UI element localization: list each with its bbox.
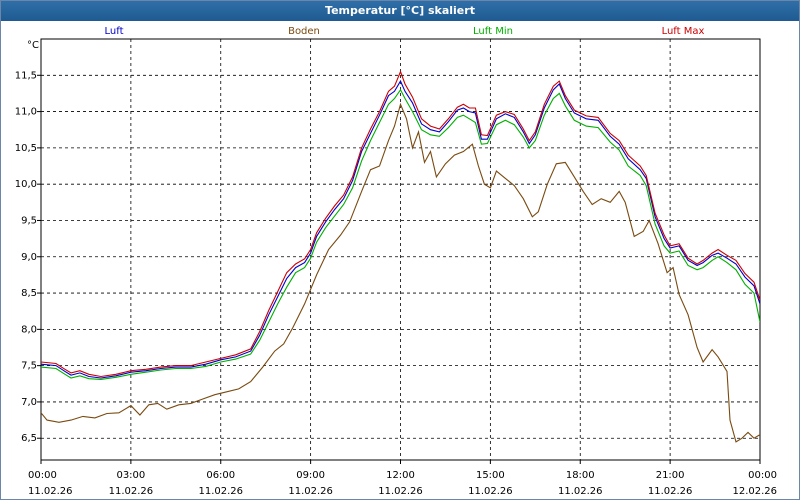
x-tick-date: 11.02.26	[648, 486, 693, 497]
x-tick-time: 15:00	[476, 470, 505, 481]
y-tick-label: 7,5	[21, 361, 37, 372]
x-tick-date: 12.02.26	[732, 486, 777, 497]
x-tick-date: 11.02.26	[198, 486, 243, 497]
y-tick-label: 8,5	[21, 288, 37, 299]
x-tick-time: 21:00	[656, 470, 685, 481]
legend: Luft Boden Luft Min Luft Max	[105, 26, 705, 37]
axes: 11,5 11,0 10,5 10,0 9,5 9,0 8,5 8,0 7,5 7,0 6,5 °C 0…	[15, 40, 777, 497]
x-tick-date: 11.02.26	[28, 486, 73, 497]
x-tick-date: 11.02.26	[558, 486, 603, 497]
legend-item-boden: Boden	[288, 26, 320, 37]
y-tick-label: 10,0	[15, 179, 37, 190]
grid	[40, 38, 761, 461]
series-line-boden	[41, 102, 760, 443]
y-tick-label: 10,5	[15, 143, 37, 154]
temperature-chart: 11,5 11,0 10,5 10,0 9,5 9,0 8,5 8,0 7,5 7,0 6,5 °C 0…	[15, 26, 777, 497]
x-tick-time: 00:00	[748, 470, 777, 481]
x-tick-time: 12:00	[386, 470, 415, 481]
x-tick-time: 06:00	[206, 470, 235, 481]
y-tick-label: 9,0	[21, 252, 37, 263]
x-tick-time: 03:00	[116, 470, 145, 481]
x-tick-date: 11.02.26	[468, 486, 513, 497]
x-tick-time: 00:00	[28, 470, 57, 481]
x-tick-time: 09:00	[296, 470, 325, 481]
x-tick-date: 11.02.26	[288, 486, 333, 497]
y-tick-label: 7,0	[21, 397, 37, 408]
y-tick-label: 9,5	[21, 215, 37, 226]
chart-window: Temperatur [°C] skaliert 11,5 11,0 10,5 10,…	[0, 0, 800, 500]
y-tick-label: 11,5	[15, 70, 37, 81]
y-tick-label: 11,0	[15, 107, 37, 118]
legend-item-luft: Luft	[105, 26, 124, 37]
legend-item-luft-max: Luft Max	[662, 26, 705, 37]
x-tick-time: 18:00	[566, 470, 595, 481]
legend-item-luft-min: Luft Min	[473, 26, 513, 37]
x-tick-date: 11.02.26	[109, 486, 154, 497]
y-tick-label: 8,0	[21, 324, 37, 335]
y-axis-unit: °C	[27, 40, 39, 51]
x-tick-date: 11.02.26	[378, 486, 423, 497]
y-tick-label: 6,5	[21, 433, 37, 444]
